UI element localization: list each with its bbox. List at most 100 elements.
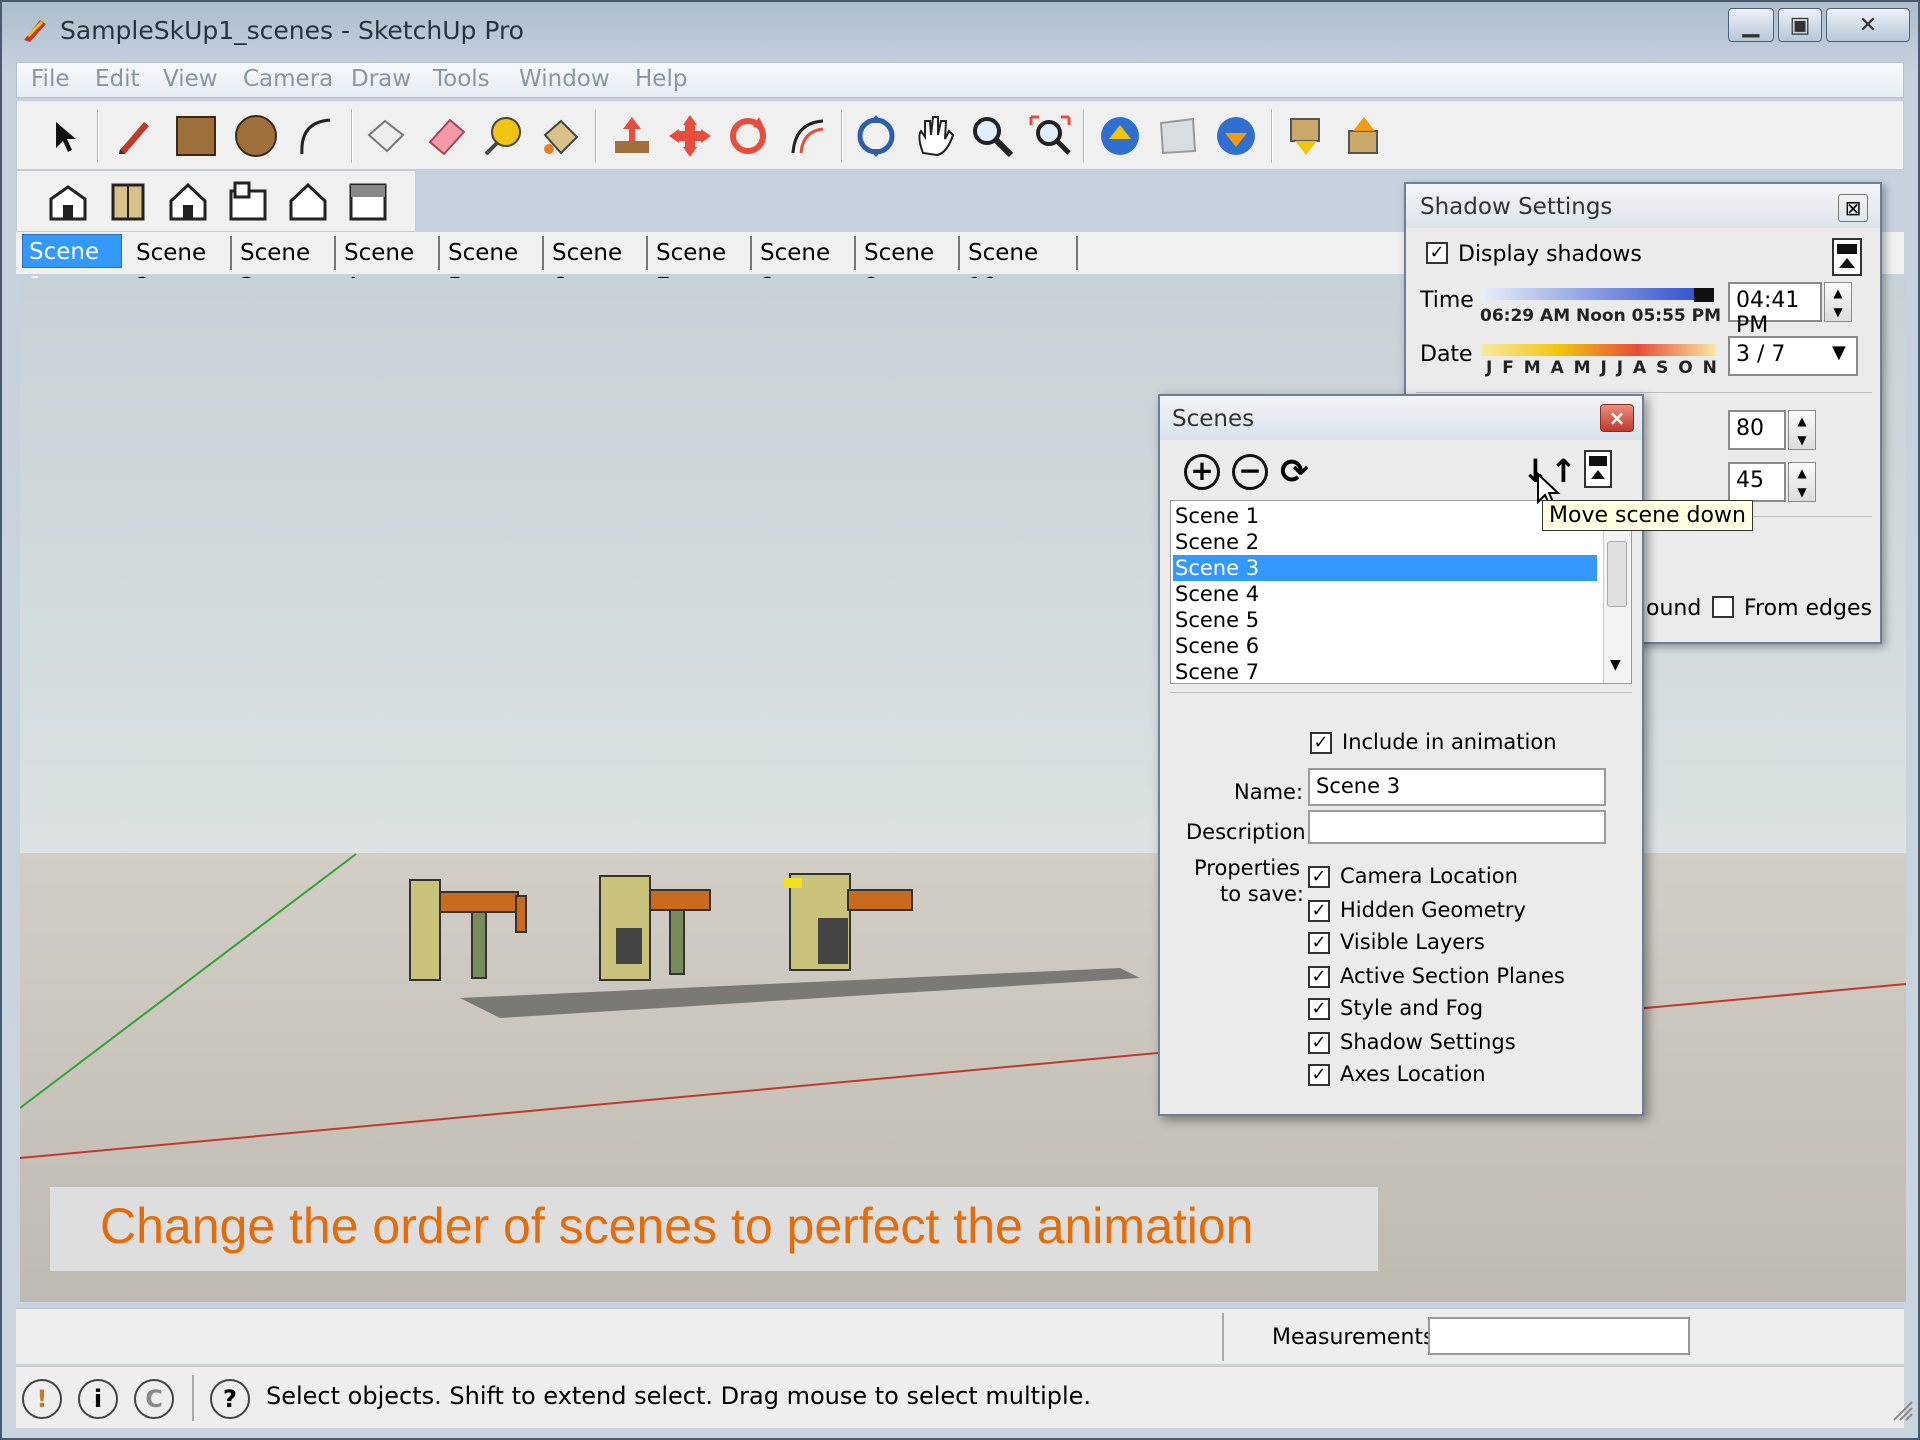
measurements-label: Measurements [1272,1325,1435,1350]
menu-tools[interactable]: Tools [433,66,490,92]
list-item[interactable]: Scene 7 [1173,659,1597,683]
light-spinner[interactable]: ▲ ▼ [1788,410,1816,450]
active-section-planes-checkbox[interactable]: ✓ [1308,966,1330,988]
right-view-icon[interactable] [223,177,273,227]
move-icon[interactable] [665,111,715,161]
eraser-icon[interactable] [421,111,471,161]
light-input[interactable]: 80 [1728,410,1786,450]
time-slider[interactable] [1482,288,1700,300]
update-scene-icon[interactable]: ⟳ [1280,452,1309,492]
menu-window[interactable]: Window [519,66,610,92]
user-icon[interactable]: C [134,1379,174,1419]
rotate-icon[interactable] [723,111,773,161]
list-item[interactable]: Scene 2 [1173,529,1597,555]
scene-description-input[interactable] [1308,810,1606,844]
paint-bucket-icon[interactable] [535,111,585,161]
rectangle-icon[interactable] [171,111,221,161]
time-input[interactable]: 04:41 PM [1728,282,1822,338]
select-icon[interactable] [39,111,89,161]
time-slider-thumb[interactable] [1694,288,1714,302]
back-view-icon[interactable] [283,177,333,227]
chevron-down-icon[interactable]: ▼ [1832,342,1846,363]
tab-scene-1[interactable]: Scene 1 [22,234,122,299]
menu-edit[interactable]: Edit [95,66,140,92]
tab-scene-2[interactable]: Scene 2 [130,236,232,300]
left-view-icon[interactable] [343,177,393,227]
time-spinner[interactable]: ▲ ▼ [1824,282,1852,322]
add-scene-icon[interactable]: + [1184,454,1220,490]
menu-help[interactable]: Help [635,66,687,92]
tab-scene-10[interactable]: Scene 10 [962,236,1078,300]
measurements-input[interactable] [1428,1317,1690,1355]
close-window-button[interactable]: ✕ [1826,8,1910,42]
display-shadows-checkbox[interactable]: ✓ [1426,242,1448,264]
top-view-icon[interactable] [103,177,153,227]
list-item-selected[interactable]: Scene 3 [1173,555,1597,581]
credits-icon[interactable]: i [78,1379,118,1419]
shadow-settings-label: Shadow Settings [1340,1030,1516,1054]
minimize-button[interactable]: ▁ [1728,8,1774,42]
list-item[interactable]: Scene 6 [1173,633,1597,659]
front-view-icon[interactable] [163,177,213,227]
tab-scene-8[interactable]: Scene 8 [754,236,856,300]
menu-view[interactable]: View [163,66,218,92]
tab-scene-3[interactable]: Scene 3 [234,236,336,300]
google-earth-icon[interactable] [1211,111,1261,161]
tab-scene-7[interactable]: Scene 7 [650,236,752,300]
dark-spinner[interactable]: ▲ ▼ [1788,462,1816,502]
menu-camera[interactable]: Camera [243,66,333,92]
shadow-close-icon[interactable]: ⊠ [1838,194,1868,222]
from-edges-checkbox[interactable] [1712,596,1734,618]
hidden-geometry-label: Hidden Geometry [1340,898,1526,922]
tab-scene-6[interactable]: Scene 6 [546,236,648,300]
menu-draw[interactable]: Draw [351,66,411,92]
menu-bar: File Edit View Camera Draw Tools Window … [16,62,1904,98]
zoom-extents-icon[interactable] [1025,111,1075,161]
axes-location-checkbox[interactable]: ✓ [1308,1064,1330,1086]
maximize-button[interactable]: ▣ [1778,8,1822,42]
make-component-icon[interactable] [361,111,411,161]
tape-measure-icon[interactable] [477,111,527,161]
resize-grip-icon[interactable] [1890,1398,1914,1422]
hidden-geometry-checkbox[interactable]: ✓ [1308,900,1330,922]
time-ticks: 06:29 AM Noon 05:55 PM [1480,306,1722,326]
shadow-settings-checkbox[interactable]: ✓ [1308,1032,1330,1054]
scene-name-input[interactable]: Scene 3 [1308,768,1606,806]
scenes-close-icon[interactable]: × [1600,404,1634,432]
dark-input[interactable]: 45 [1728,462,1786,502]
orbit-icon[interactable] [851,111,901,161]
list-item[interactable]: Scene 1 [1173,503,1597,529]
offset-icon[interactable] [781,111,831,161]
tab-scene-9[interactable]: Scene 9 [858,236,960,300]
properties-label-2: to save: [1220,882,1304,906]
get-models-icon[interactable] [1095,111,1145,161]
zoom-icon[interactable] [967,111,1017,161]
circle-icon[interactable] [231,111,281,161]
tab-scene-4[interactable]: Scene 4 [338,236,440,300]
visible-layers-label: Visible Layers [1340,930,1485,954]
share-component-icon[interactable] [1339,111,1389,161]
share-model-icon[interactable] [1153,111,1203,161]
camera-location-checkbox[interactable]: ✓ [1308,866,1330,888]
include-animation-checkbox[interactable]: ✓ [1310,732,1332,754]
expand-toggle-icon[interactable] [1832,238,1862,276]
remove-scene-icon[interactable]: − [1232,454,1268,490]
help-icon[interactable]: ? [210,1379,250,1419]
tab-scene-5[interactable]: Scene 5 [442,236,544,300]
visible-layers-checkbox[interactable]: ✓ [1308,932,1330,954]
date-slider[interactable] [1482,344,1716,356]
style-and-fog-checkbox[interactable]: ✓ [1308,998,1330,1020]
iso-view-icon[interactable] [43,177,93,227]
pan-icon[interactable] [909,111,959,161]
scenes-details-toggle-icon[interactable] [1584,450,1612,488]
arc-icon[interactable] [289,111,339,161]
shadow-settings-header: Shadow Settings ⊠ [1406,184,1880,228]
get-components-icon[interactable] [1281,111,1331,161]
list-item[interactable]: Scene 5 [1173,607,1597,633]
push-pull-icon[interactable] [607,111,657,161]
geo-location-icon[interactable]: ! [22,1379,62,1419]
pencil-icon[interactable] [109,111,159,161]
time-label: Time [1420,288,1474,313]
menu-file[interactable]: File [31,66,70,92]
list-item[interactable]: Scene 4 [1173,581,1597,607]
